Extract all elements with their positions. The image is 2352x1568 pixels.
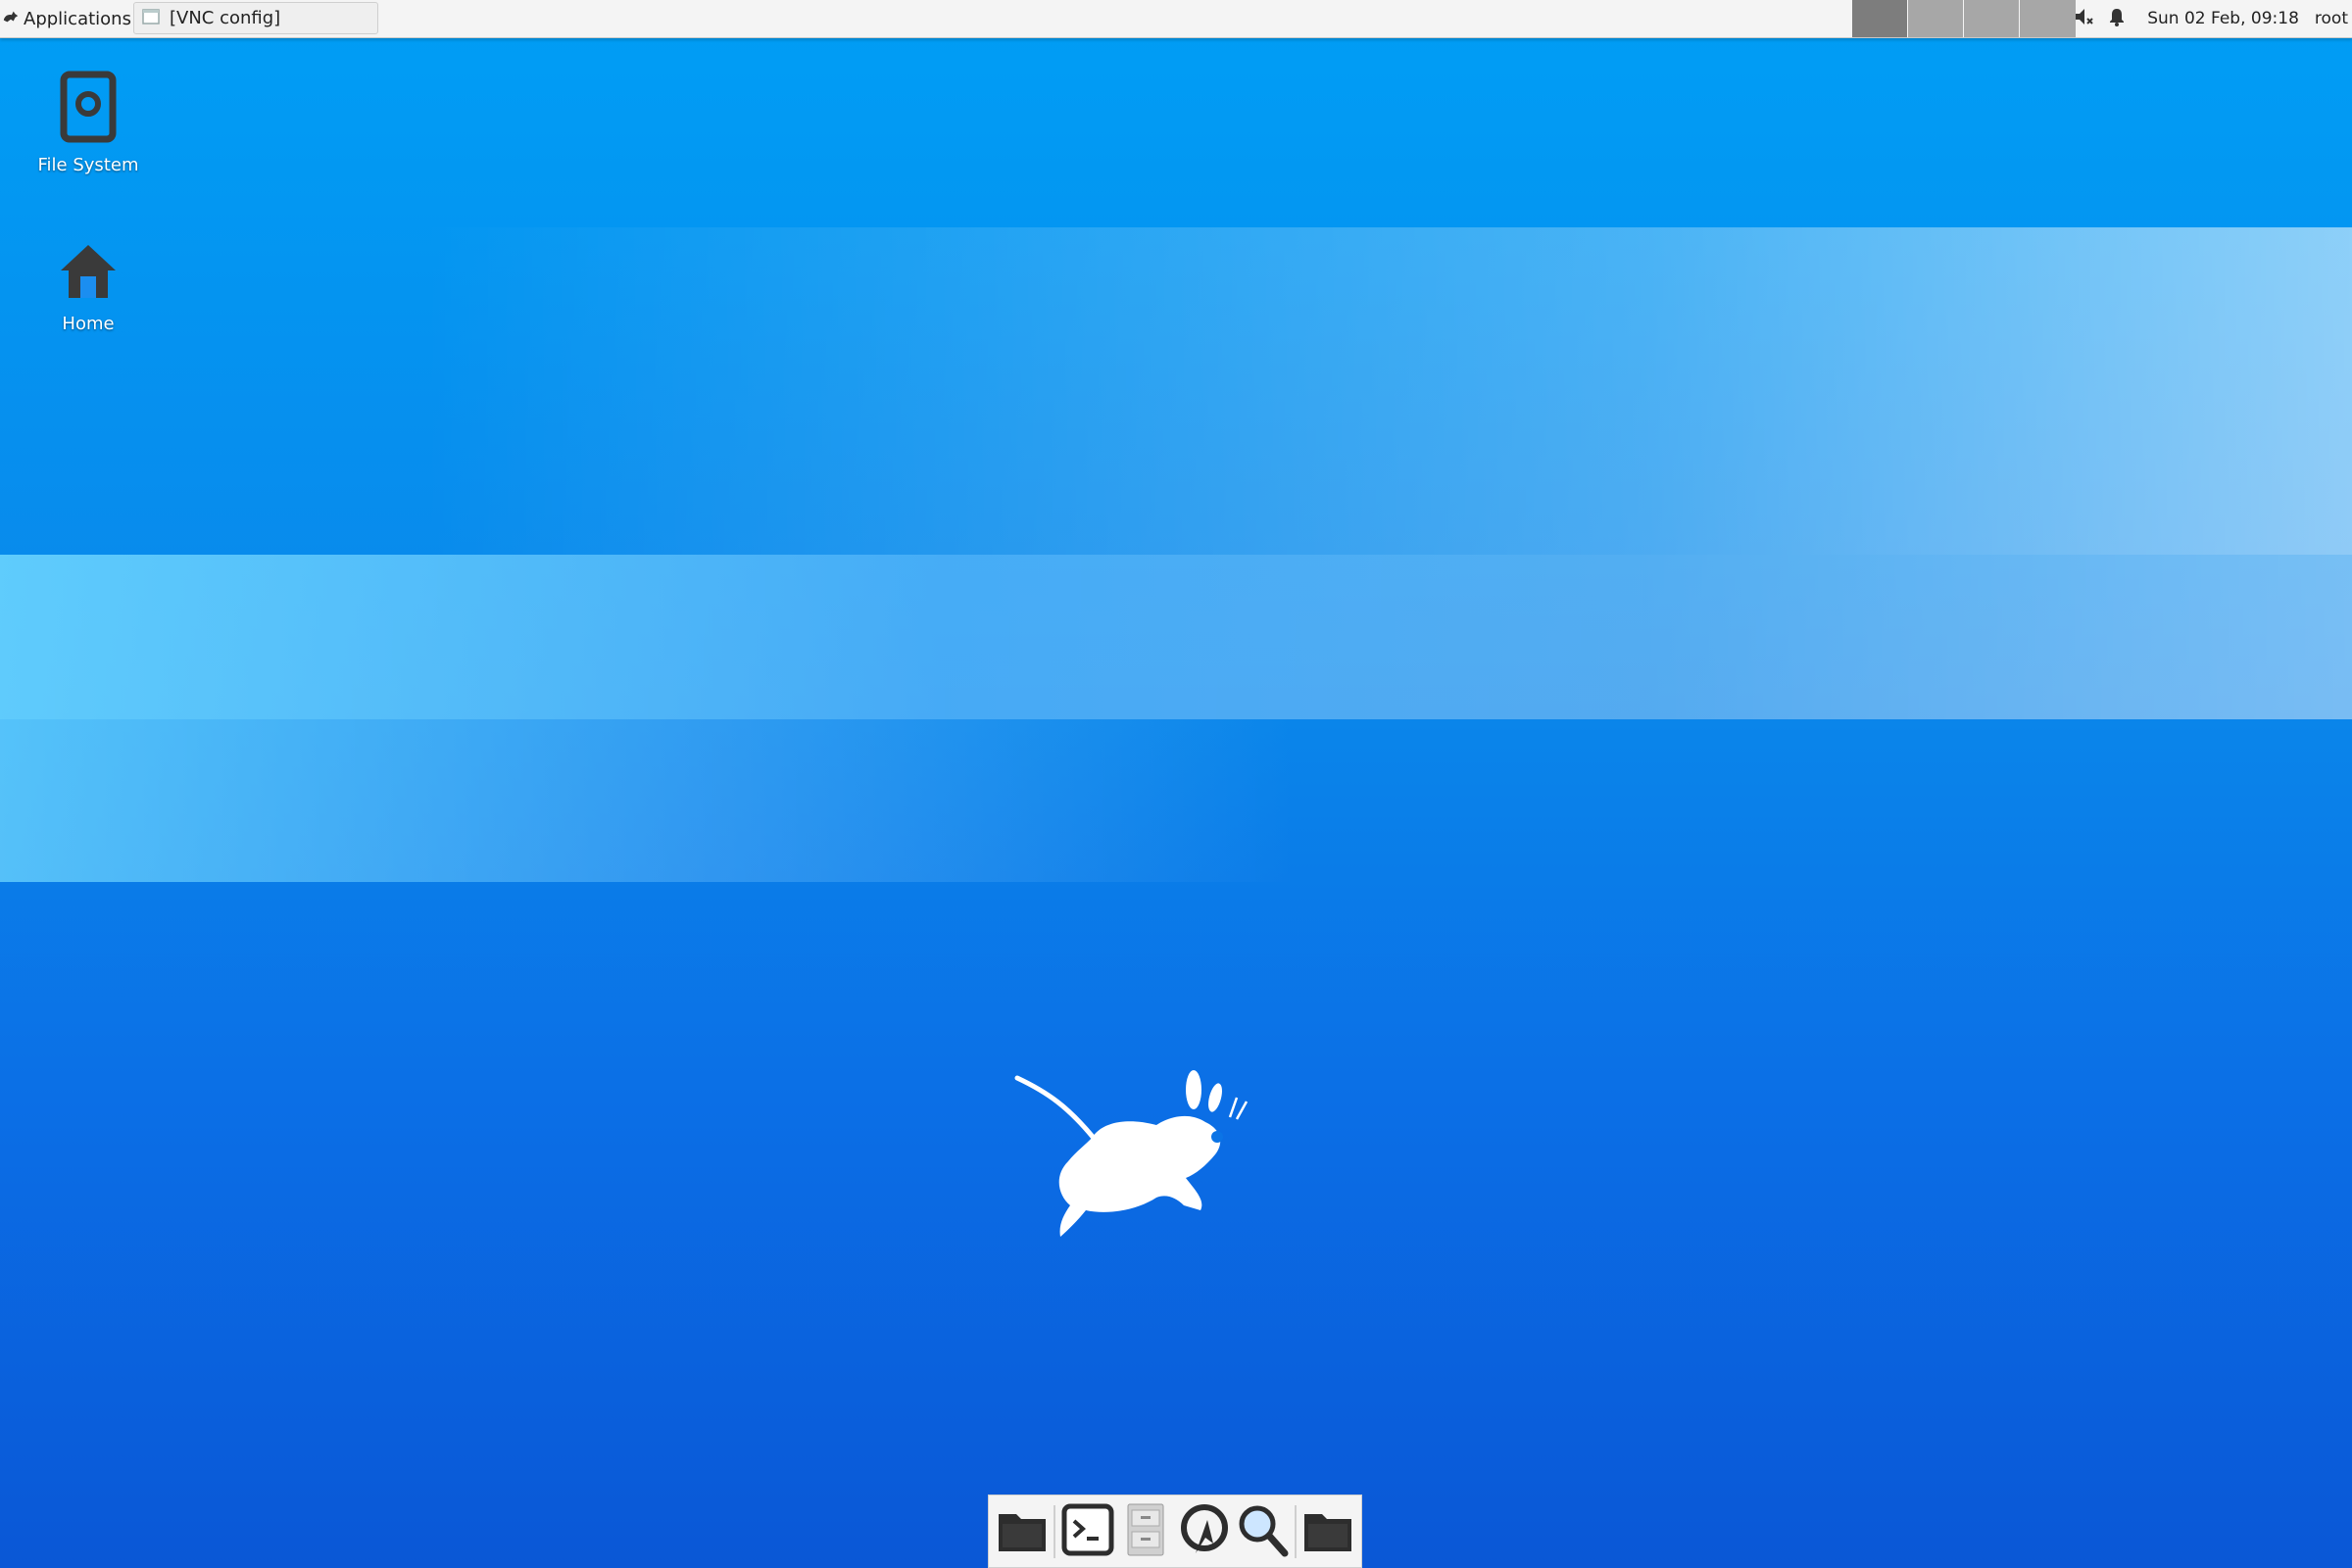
applications-label: Applications xyxy=(24,8,131,29)
applications-menu-button[interactable]: Applications xyxy=(2,0,143,37)
desktop-icon-file-system[interactable]: File System xyxy=(20,71,157,175)
dock-web-browser[interactable] xyxy=(1178,1500,1231,1563)
dock-terminal[interactable] xyxy=(1061,1500,1114,1563)
desktop-icon-label: Home xyxy=(62,314,115,334)
workspace-3[interactable] xyxy=(1964,0,2019,37)
top-panel: Applications [VNC config] Sun 02 Feb, 09… xyxy=(0,0,2352,38)
wallpaper-streak xyxy=(0,719,2352,882)
user-name[interactable]: root xyxy=(2315,9,2348,28)
file-manager-icon xyxy=(997,1504,1048,1559)
browser-icon xyxy=(1178,1502,1231,1561)
bottom-dock xyxy=(988,1494,1362,1568)
xfce-mouse-icon xyxy=(2,8,20,29)
notification-bell-icon[interactable] xyxy=(2108,7,2126,30)
desktop-icon-label: File System xyxy=(37,155,139,175)
xfce-mouse-mascot xyxy=(1009,1068,1284,1249)
desktop-icon-home[interactable]: Home xyxy=(20,239,157,334)
dock-file-manager[interactable] xyxy=(996,1500,1049,1563)
terminal-icon xyxy=(1061,1503,1114,1560)
taskbar-window-button[interactable]: [VNC config] xyxy=(133,2,378,34)
home-icon xyxy=(57,239,120,306)
workspace-1[interactable] xyxy=(1852,0,1907,37)
drive-icon xyxy=(60,71,117,147)
clock[interactable]: Sun 02 Feb, 09:18 xyxy=(2147,9,2299,28)
search-icon xyxy=(1236,1502,1289,1561)
wallpaper-streak xyxy=(0,555,2352,719)
wallpaper-streak xyxy=(0,227,2352,555)
dock-separator xyxy=(1054,1504,1056,1558)
workspace-2[interactable] xyxy=(1908,0,1963,37)
window-icon xyxy=(142,8,160,28)
taskbar-window-title: [VNC config] xyxy=(170,8,281,28)
dock-search[interactable] xyxy=(1236,1500,1289,1563)
dock-file-cabinet[interactable] xyxy=(1119,1500,1172,1563)
system-tray: Sun 02 Feb, 09:18 root xyxy=(2059,0,2352,37)
dock-separator xyxy=(1294,1504,1297,1558)
dock-folder[interactable] xyxy=(1301,1500,1354,1563)
file-cabinet-icon xyxy=(1126,1502,1165,1561)
volume-muted-icon[interactable] xyxy=(2073,6,2094,31)
folder-icon xyxy=(1302,1504,1353,1559)
